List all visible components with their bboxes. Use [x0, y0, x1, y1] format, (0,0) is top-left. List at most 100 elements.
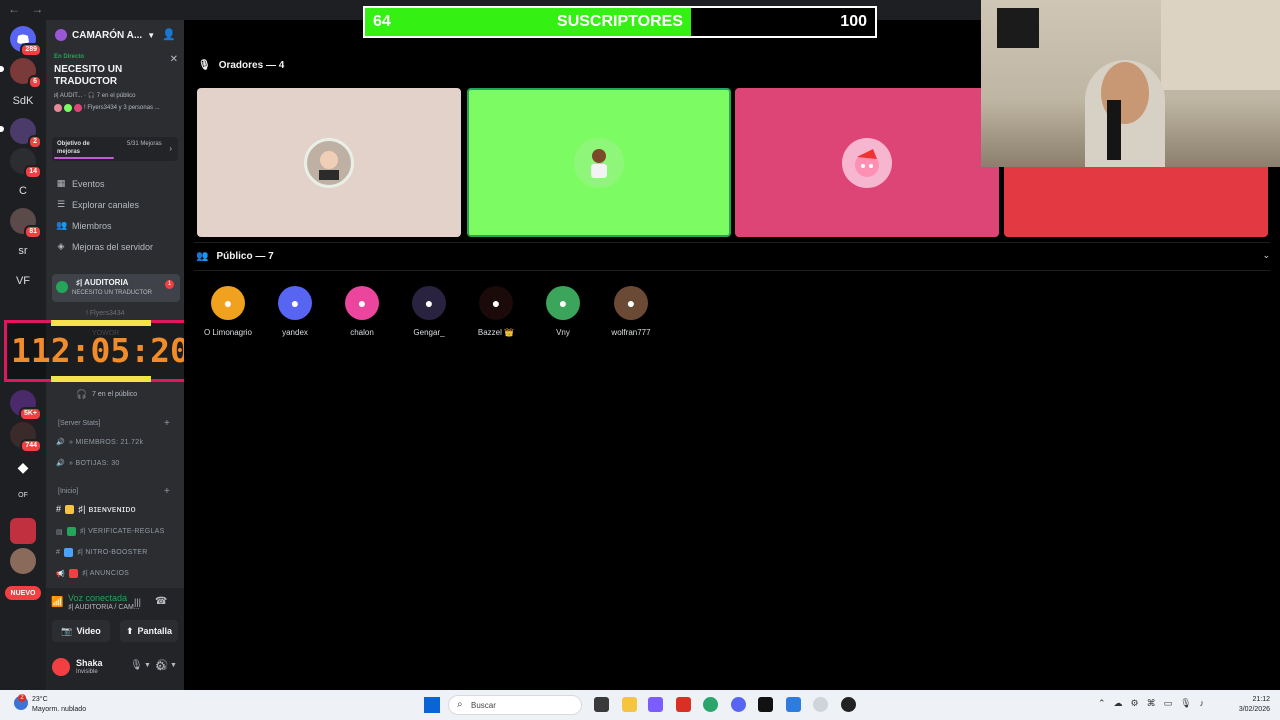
audience-name: Vny [556, 328, 570, 337]
server-icon[interactable] [10, 518, 36, 544]
new-badge[interactable]: NUEVO [5, 586, 41, 600]
app-icon[interactable] [841, 697, 856, 712]
speaker-tile[interactable] [735, 88, 999, 237]
channel-label: ♯| ANUNCIOS [82, 570, 130, 577]
menu-browse-channels[interactable]: ☰ Explorar canales [56, 199, 139, 210]
channel-verificate-reglas[interactable]: ▤ ♯| VERIFICATE-REGLAS [56, 527, 165, 536]
audience-member[interactable]: ● O Limonagrio [198, 286, 258, 337]
settings-gear-icon[interactable]: ⚙ [155, 659, 166, 673]
copilot-icon[interactable] [648, 697, 663, 712]
add-channel-icon[interactable]: + [164, 486, 170, 497]
member-name[interactable]: ! Flyers3434 [86, 310, 125, 317]
forward-arrow-icon[interactable]: → [31, 2, 43, 16]
speaker-tile-speaking[interactable] [467, 88, 731, 237]
taskbar-search[interactable]: ⌕ Buscar [448, 695, 582, 715]
server-label: SdK [12, 95, 34, 107]
microphone-icon[interactable]: 🎙 [130, 660, 143, 671]
server-icon[interactable]: sr [10, 238, 36, 264]
chevron-down-icon: ▼ [147, 30, 156, 40]
menu-label: Mejoras del servidor [72, 241, 154, 252]
category-label: [Server Stats] [58, 420, 101, 427]
username[interactable]: Shaka [76, 658, 103, 668]
microphone-icon: 🎙 [198, 60, 211, 71]
audience-label: 7 en el público [92, 391, 138, 398]
check-emoji-icon [66, 527, 76, 536]
audience-member[interactable]: ● yandex [265, 286, 325, 337]
category-inicio[interactable]: [Inicio] + [58, 486, 170, 497]
server-icon[interactable] [10, 548, 36, 574]
server-icon[interactable]: 81 [10, 208, 42, 239]
channel-botijas-stat[interactable]: 🔊» BOTIJAS: 30 [56, 459, 120, 468]
badge: 2 [18, 694, 26, 702]
server-header[interactable]: CAMARÓN A... ▼ 👤 [46, 20, 184, 50]
voice-channel-link[interactable]: ♯| AUDITORIA / CAM... [68, 604, 140, 611]
server-icon[interactable]: 5K+ [10, 390, 42, 421]
avatar: ● [614, 286, 648, 320]
app-icon[interactable] [676, 697, 691, 712]
diamond-icon[interactable]: ◆ [10, 454, 36, 480]
button-label: Video [76, 626, 101, 636]
server-icon[interactable]: 744 [10, 422, 42, 453]
weather-text: Mayorm. nublado [32, 706, 87, 713]
close-icon[interactable]: ✕ [170, 54, 178, 65]
video-button[interactable]: 📷 Video [52, 620, 110, 642]
channel-members-stat[interactable]: 🔊» MIEMBROS: 21.72k [56, 438, 143, 447]
channel-bienvenido[interactable]: # ♯| ʙɪᴇɴᴠᴇɴɪᴅᴏ [56, 504, 136, 514]
members-icon: 👥 [56, 220, 68, 230]
server-icon[interactable]: SdK [10, 88, 36, 114]
badge: 744 [20, 439, 42, 453]
discord-icon[interactable] [731, 697, 746, 712]
audience-member[interactable]: ● Bazzel 👑 [466, 286, 526, 337]
voice-status[interactable]: Voz conectada [68, 593, 127, 603]
menu-events[interactable]: ▦ Eventos [56, 178, 105, 189]
server-icon[interactable]: 14 [10, 148, 42, 179]
notepad-icon[interactable] [786, 697, 801, 712]
edge-icon[interactable] [703, 697, 718, 712]
channel-nitro-booster[interactable]: # ♯| NITRO-BOOSTER [56, 548, 148, 557]
menu-members[interactable]: 👥 Miembros [56, 220, 112, 231]
server-icon[interactable]: 6 [10, 58, 42, 89]
invite-people-icon[interactable]: 👤 [162, 28, 176, 41]
unread-pip [0, 66, 4, 72]
screen-share-button[interactable]: ⬆ Pantalla [120, 620, 178, 642]
voice-channel-name: ♯| AUDITORIA [76, 278, 129, 287]
file-explorer-icon[interactable] [622, 697, 637, 712]
boost-goal[interactable]: Objetivo de mejoras 5/31 Mejoras › [52, 137, 178, 161]
disconnect-icon[interactable]: ☎ [155, 596, 167, 607]
server-icon[interactable]: VF [10, 268, 36, 294]
noise-suppression-icon[interactable]: ||| [134, 597, 141, 607]
audience-member[interactable]: ● chalon [332, 286, 392, 337]
weather-widget[interactable]: 23°C Mayorm. nublado [32, 695, 86, 715]
server-icon[interactable]: C [10, 178, 36, 204]
obs-icon[interactable] [813, 697, 828, 712]
menu-server-boost[interactable]: ◈ Mejoras del servidor [56, 241, 154, 252]
direct-messages-icon[interactable]: 289 [10, 26, 42, 57]
avatar[interactable] [52, 658, 70, 676]
back-arrow-icon[interactable]: ← [8, 2, 20, 16]
server-icon[interactable]: 2 [10, 118, 42, 149]
chevron-down-icon[interactable]: ▼ [144, 662, 151, 669]
webcam-background [997, 8, 1039, 48]
clock[interactable]: 21:12 3/02/2026 [1239, 695, 1270, 715]
system-tray[interactable]: ⌃☁⚙⌘▭🎙♪ [1098, 698, 1212, 709]
category-server-stats[interactable]: [Server Stats] + [58, 418, 170, 429]
app-icon[interactable] [758, 697, 773, 712]
voice-channel-auditoria[interactable]: ♯| AUDITORIA NECESITO UN TRADUCTOR 1 [52, 274, 180, 302]
speaker-tile[interactable] [197, 88, 461, 237]
channel-label: ♯| NITRO-BOOSTER [77, 549, 148, 556]
task-view-icon[interactable] [594, 697, 609, 712]
live-stage-card[interactable]: En Directo ✕ NECESITO UN TRADUCTOR ♯| AU… [54, 54, 178, 112]
channel-anuncios[interactable]: 📢 ♯| ANUNCIOS [56, 569, 129, 578]
stage-icon [56, 281, 68, 293]
audience-member[interactable]: ● wolfran777 [601, 286, 661, 337]
server-icon[interactable]: OF [10, 482, 36, 508]
megaphone-icon: 📢 [56, 570, 66, 578]
chevron-down-icon[interactable]: ⌄ [1262, 250, 1270, 261]
add-channel-icon[interactable]: + [164, 418, 170, 429]
audience-member[interactable]: ● Gengar_ [399, 286, 459, 337]
boost-icon: ◈ [57, 241, 65, 251]
chevron-down-icon[interactable]: ▼ [170, 662, 177, 669]
audience-member[interactable]: ● Vny [533, 286, 593, 337]
weather-icon[interactable]: 2 [14, 694, 28, 710]
windows-start-icon[interactable] [424, 697, 440, 713]
